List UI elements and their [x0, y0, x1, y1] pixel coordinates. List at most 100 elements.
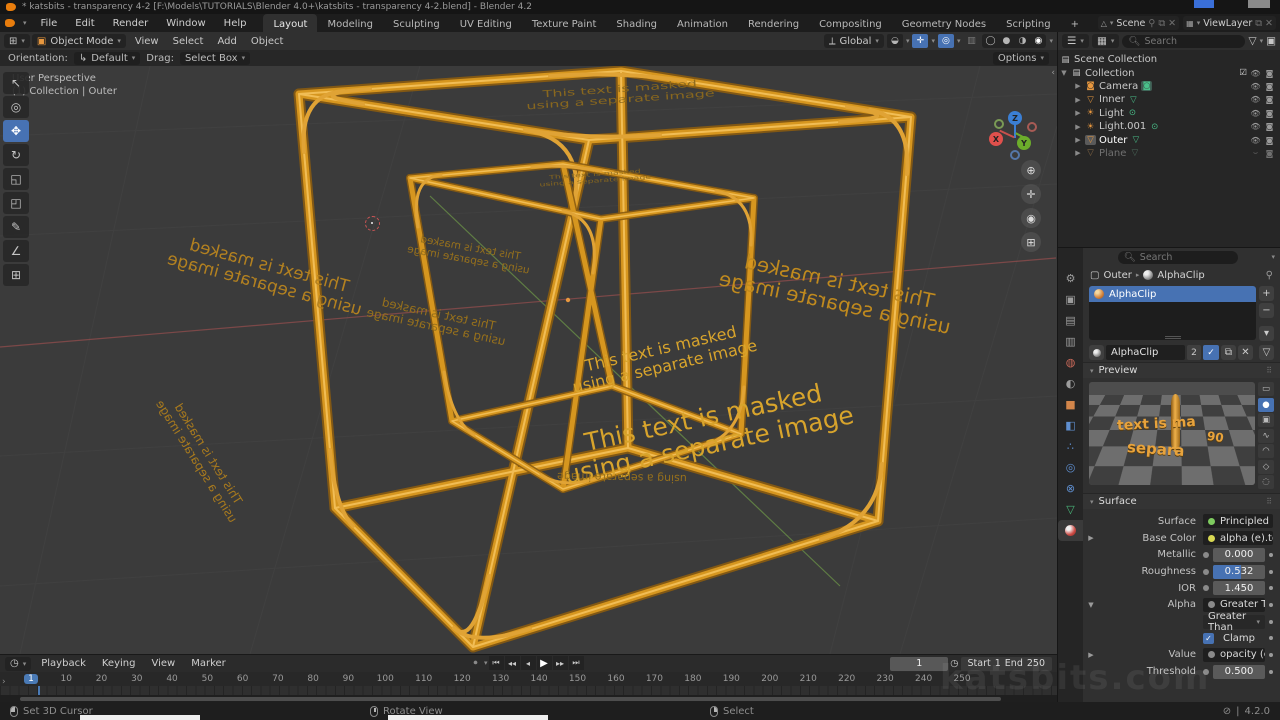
pin-icon[interactable]: ⚲	[1266, 270, 1273, 281]
frame-tick[interactable]: 180	[684, 674, 701, 684]
keyframe-dot-icon[interactable]	[1269, 670, 1273, 674]
sidebar-collapse-arrow[interactable]: ‹	[1051, 68, 1055, 78]
gizmo-toggle-button[interactable]: ✛	[912, 34, 928, 48]
tab-world[interactable]: ◐	[1058, 373, 1083, 394]
tab-particles[interactable]: ∴	[1058, 436, 1083, 457]
copy-material-button[interactable]: ⧉	[1221, 345, 1236, 360]
shading-solid-button[interactable]: ●	[998, 34, 1014, 48]
list-resize-grip[interactable]	[1165, 336, 1181, 339]
viewport-menu-item[interactable]: Add	[210, 36, 243, 47]
surface-panel-header[interactable]: ▾ Surface ⠿	[1083, 493, 1280, 509]
disclosure-triangle[interactable]: ▶	[1074, 109, 1082, 117]
workspace-tab[interactable]: Compositing	[809, 14, 892, 32]
transform-orientation-dropdown[interactable]: ⟂Global▾	[824, 34, 884, 48]
frame-tick[interactable]: 170	[646, 674, 663, 684]
tab-output[interactable]: ▤	[1058, 310, 1083, 331]
nodetree-filter-button[interactable]: ▽	[1259, 345, 1274, 360]
viewport-3d[interactable]: This text is maskedusing a separate imag…	[0, 66, 1057, 654]
material-name-field[interactable]: AlphaClip	[1106, 345, 1185, 360]
outliner-row-outer[interactable]: ▶ ▽ Outer ▽ 👁︎ ◙	[1060, 133, 1278, 146]
material-slot-list[interactable]: AlphaClip	[1089, 286, 1256, 340]
outliner-row-light001[interactable]: ▶ ☀ Light.001 ⊙ 👁︎ ◙	[1060, 120, 1278, 133]
gizmo-minus-x[interactable]	[1027, 122, 1037, 132]
viewport-menu-item[interactable]: View	[128, 36, 166, 47]
shading-wireframe-button[interactable]: ◯	[982, 34, 998, 48]
frame-tick[interactable]: 60	[236, 674, 250, 684]
workspace-tab[interactable]: Animation	[667, 14, 738, 32]
tool-measure[interactable]: ∠	[3, 240, 29, 262]
tab-object[interactable]: ■	[1058, 394, 1083, 415]
new-collection-button[interactable]: ▣	[1266, 35, 1276, 47]
tool-add-cube[interactable]: ⊞	[3, 264, 29, 286]
outliner-search-input[interactable]: 🔍︎Search	[1122, 35, 1245, 48]
collapse-icon[interactable]: ▼	[1083, 601, 1099, 609]
roughness-slider[interactable]: 0.532	[1213, 565, 1265, 579]
frame-tick[interactable]: 250	[953, 674, 970, 684]
xray-toggle-button[interactable]: ▥	[963, 34, 979, 48]
tab-render[interactable]: ▣	[1058, 289, 1083, 310]
camera-toggle-icon[interactable]: ◙	[1264, 122, 1275, 131]
pin-icon[interactable]: ⚲	[1148, 18, 1155, 29]
frame-tick[interactable]: 200	[761, 674, 778, 684]
frame-tick[interactable]: 10	[59, 674, 73, 684]
expand-icon[interactable]: ▶	[1083, 534, 1099, 542]
metallic-slider[interactable]: 0.000	[1213, 548, 1265, 562]
expand-icon[interactable]: ▶	[1083, 651, 1099, 659]
preview-panel-header[interactable]: ▾ Preview ⠿	[1083, 362, 1280, 378]
scene-selector[interactable]: △▾ Scene ⚲ ⧉ ✕	[1098, 16, 1179, 30]
outliner-row-camera[interactable]: ▶ ◙ Camera ◙ 👁︎ ◙	[1060, 80, 1278, 93]
preview-cloth-button[interactable]: ◇	[1258, 460, 1274, 474]
outliner-row-collection[interactable]: ▼ ▤ Collection ☑ 👁︎ ◙	[1060, 66, 1278, 79]
copy-icon[interactable]: ⧉	[1158, 18, 1165, 29]
frame-tick[interactable]: 160	[607, 674, 624, 684]
menu-item[interactable]: Help	[215, 18, 256, 29]
preview-shaderball-button[interactable]: ◠	[1258, 444, 1274, 458]
pan-hand-button[interactable]: ✛	[1021, 184, 1041, 204]
value-texture-field[interactable]: opacity (c).tga	[1203, 648, 1265, 662]
properties-search-input[interactable]: 🔍︎Search	[1118, 251, 1238, 264]
gizmo-minus-y[interactable]	[994, 119, 1004, 129]
close-icon[interactable]: ✕	[1265, 18, 1273, 29]
outliner-filter-id-button[interactable]: ▦▾	[1092, 34, 1119, 48]
viewlayer-selector[interactable]: ▦▾ ViewLayer ⧉ ✕	[1183, 16, 1276, 30]
frame-tick[interactable]: 20	[95, 674, 109, 684]
eye-icon[interactable]: 👁︎	[1250, 82, 1261, 91]
prev-frame-button[interactable]: ◂	[521, 656, 536, 670]
workspace-tab[interactable]: Rendering	[738, 14, 809, 32]
gizmo-x-axis[interactable]: X	[989, 132, 1003, 146]
workspace-tab[interactable]: Shading	[606, 14, 667, 32]
frame-tick[interactable]: 100	[377, 674, 394, 684]
camera-toggle-icon[interactable]: ◙	[1264, 109, 1275, 118]
eye-icon[interactable]: 👁︎	[1250, 122, 1261, 131]
options-dropdown[interactable]: Options▾	[993, 52, 1049, 65]
viewport-menu-item[interactable]: Object	[244, 36, 291, 47]
base-color-field[interactable]: alpha (e).tga	[1203, 531, 1273, 545]
clamp-checkbox[interactable]: ✓	[1203, 633, 1214, 644]
browse-material-button[interactable]	[1089, 345, 1104, 360]
frame-tick[interactable]: 240	[915, 674, 932, 684]
menu-item[interactable]: Window	[157, 18, 214, 29]
eye-icon[interactable]: 👁︎	[1250, 109, 1261, 118]
keyframe-dot-icon[interactable]	[1269, 636, 1273, 640]
zoom-button[interactable]: ⊕	[1021, 160, 1041, 180]
frame-tick[interactable]: 50	[200, 674, 214, 684]
keyframe-dot-icon[interactable]	[1269, 553, 1273, 557]
close-icon[interactable]: ✕	[1168, 18, 1176, 29]
users-count-button[interactable]: 2	[1187, 345, 1201, 360]
overlays-toggle-button[interactable]: ◎	[938, 34, 954, 48]
workspace-tab[interactable]: Scripting	[996, 14, 1060, 32]
timeline-menu-item[interactable]: View	[143, 658, 183, 669]
timeline-scrollbar[interactable]	[0, 695, 1057, 702]
preview-sphere-button[interactable]: ●	[1258, 398, 1274, 412]
tool-annotate[interactable]: ✎	[3, 216, 29, 238]
current-frame-field[interactable]: 1	[890, 657, 948, 671]
outliner-row-plane[interactable]: ▶ ▽ Plane ▽ ⌣ ◙	[1060, 147, 1278, 160]
timeline-editor-type-button[interactable]: ◷▾	[5, 657, 31, 671]
timeline-track-area[interactable]	[0, 686, 1057, 695]
eye-icon[interactable]: 👁︎	[1250, 95, 1261, 104]
camera-view-button[interactable]: ◉	[1021, 208, 1041, 228]
eye-icon[interactable]: 👁︎	[1250, 69, 1261, 78]
ior-slider[interactable]: 1.450	[1213, 581, 1265, 595]
tool-select-box[interactable]: ↖	[3, 72, 29, 94]
workspace-tab[interactable]: UV Editing	[450, 14, 522, 32]
